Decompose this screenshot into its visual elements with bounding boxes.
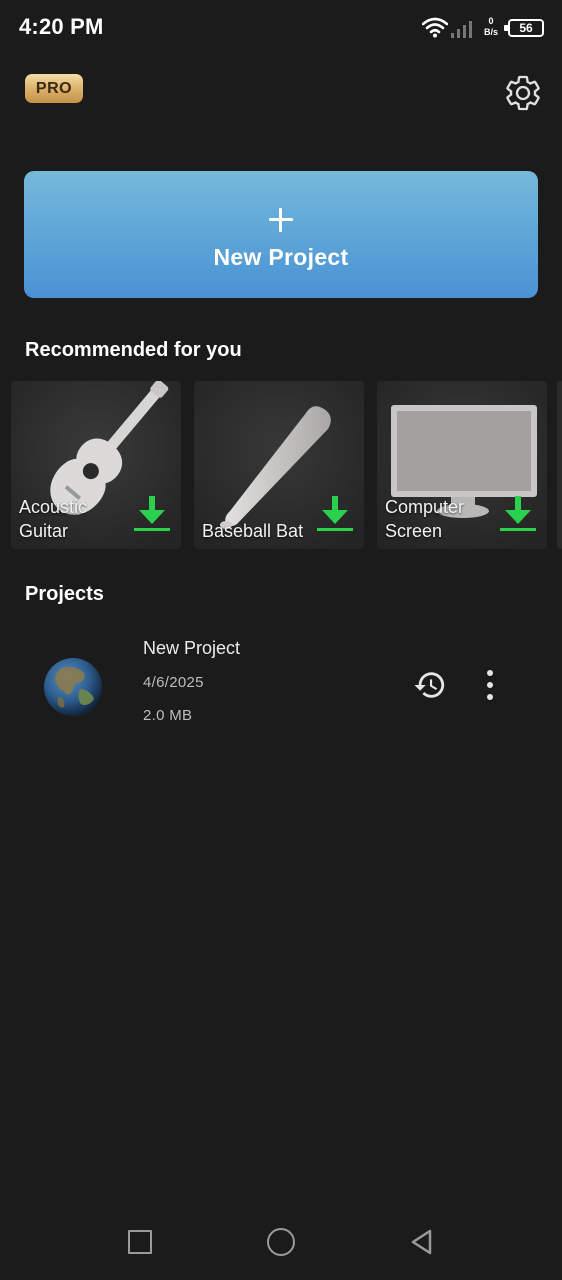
recommended-card-baseball-bat[interactable]: Baseball Bat [194,381,364,549]
project-row[interactable]: New Project 4/6/2025 2.0 MB [0,630,562,740]
recommended-title: Recommended for you [25,339,242,361]
recommended-card-computer-screen[interactable]: Computer Screen [377,381,547,549]
card-label: Acoustic Guitar [19,497,88,541]
gear-icon [506,75,540,111]
recommended-card-acoustic-guitar[interactable]: Acoustic Guitar [11,381,181,549]
back-icon[interactable] [408,1228,436,1256]
project-size: 2.0 MB [143,707,193,724]
new-project-button[interactable] [24,171,538,298]
settings-button[interactable] [503,73,543,113]
home-screen: 4:20 PM 0 B/s 56 PRO New Project Recomme… [0,0,562,1280]
network-speed: 0 B/s [479,16,503,38]
status-time: 4:20 PM [19,14,104,39]
more-vertical-icon[interactable] [476,668,504,702]
project-name: New Project [143,638,241,658]
battery-level: 56 [519,21,533,35]
history-icon[interactable] [413,668,447,702]
navigation-bar [0,1200,562,1280]
new-project-label: New Project [213,244,349,270]
card-label: Baseball Bat [202,521,304,541]
project-date: 4/6/2025 [143,674,204,691]
recommended-card-partial[interactable] [557,381,562,549]
network-speed-unit: B/s [483,27,498,37]
projects-title: Projects [25,583,104,605]
recents-icon[interactable] [128,1230,152,1254]
network-speed-value: 0 [488,16,494,26]
battery-cap [504,25,508,31]
battery-icon: 56 [504,19,544,37]
download-icon[interactable] [499,494,537,534]
download-icon[interactable] [316,494,354,534]
card-label: Computer Screen [385,497,465,541]
project-thumbnail [44,658,102,716]
wifi-icon [422,17,448,38]
download-icon[interactable] [133,494,171,534]
plus-icon [268,208,294,234]
home-icon[interactable] [267,1228,295,1256]
status-bar: 4:20 PM 0 B/s 56 [0,0,562,58]
signal-icon [451,21,472,38]
pro-badge[interactable]: PRO [25,74,83,103]
